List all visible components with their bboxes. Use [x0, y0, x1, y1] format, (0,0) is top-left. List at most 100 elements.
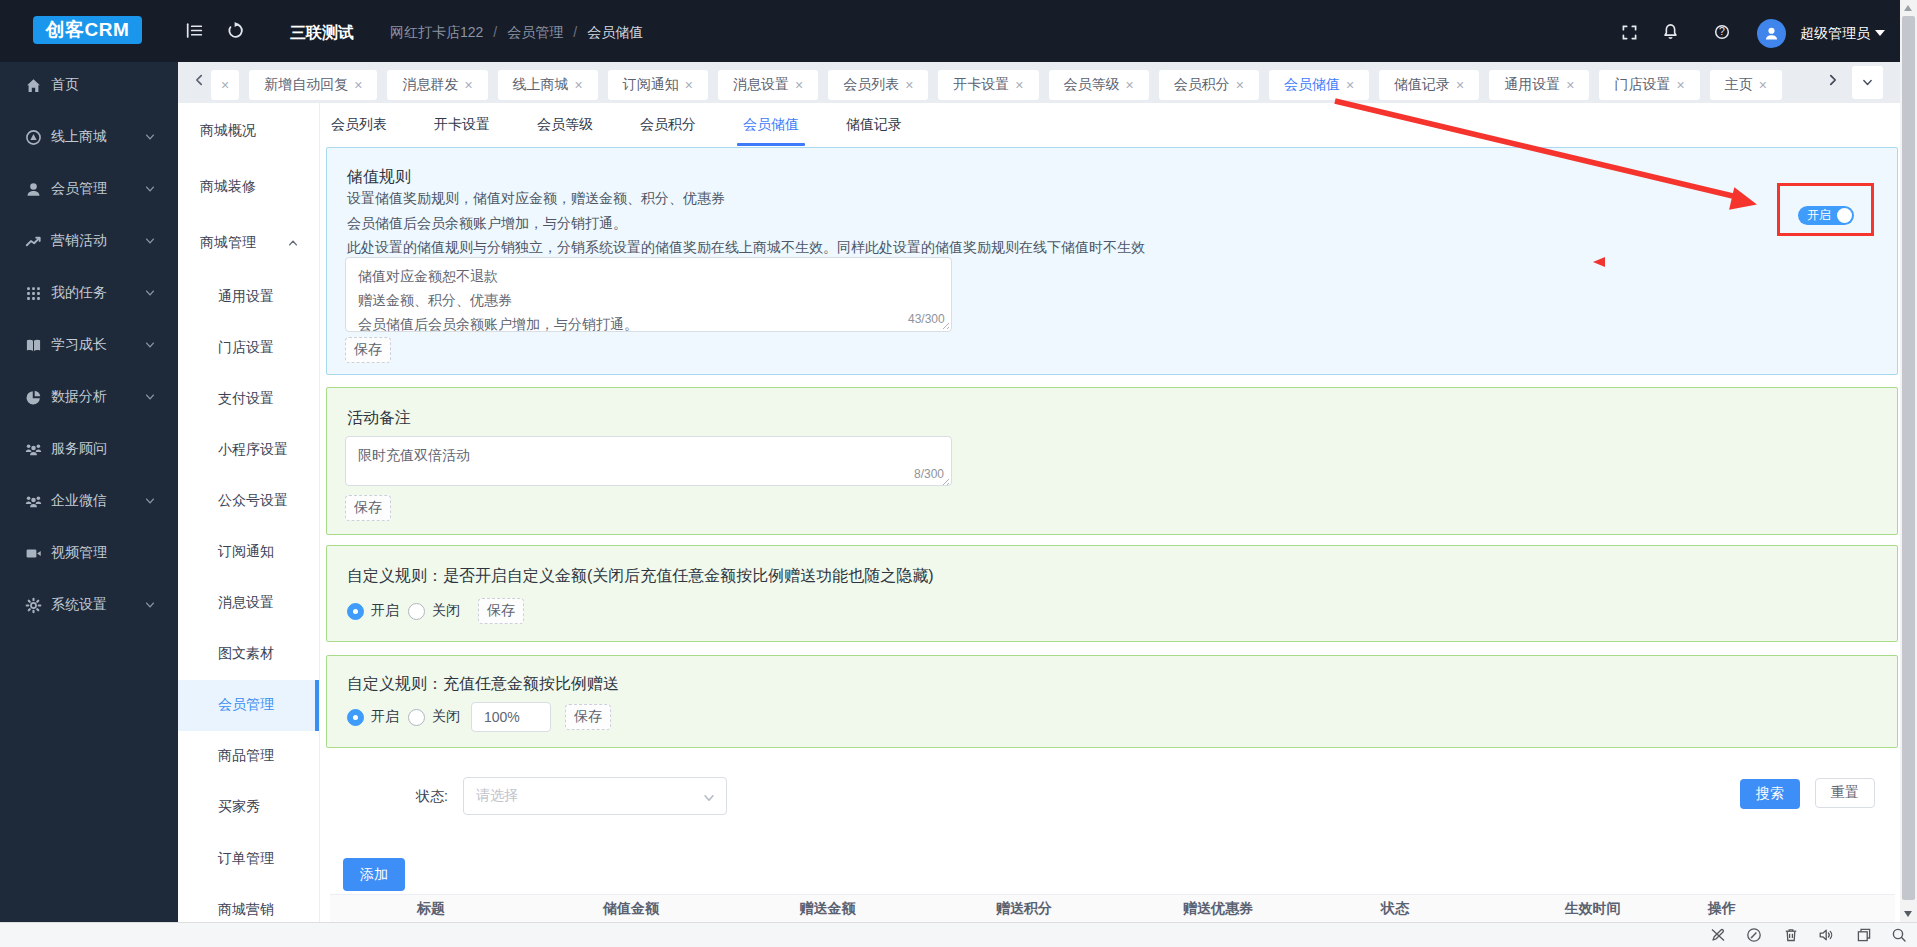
open-tab[interactable]: 消息群发× — [387, 70, 487, 100]
table-header-cell[interactable]: 赠送优惠券 — [1123, 895, 1313, 922]
speaker-icon[interactable] — [1818, 927, 1834, 943]
save-button[interactable]: 保存 — [345, 495, 391, 521]
user-name[interactable]: 超级管理员 — [1800, 25, 1870, 43]
submenu-item[interactable]: 公众号设置 — [178, 475, 319, 526]
table-header-cell[interactable]: 生效时间 — [1477, 895, 1708, 922]
sidebar-item[interactable]: 服务顾问 — [0, 423, 178, 475]
save-button[interactable]: 保存 — [565, 704, 611, 730]
breadcrumb-item[interactable]: 网红打卡店122 — [390, 24, 483, 40]
submenu-item[interactable]: 图文素材 — [178, 629, 319, 680]
close-tab-icon[interactable]: × — [1456, 78, 1464, 92]
close-tab-icon[interactable]: × — [221, 78, 229, 92]
save-button[interactable]: 保存 — [345, 337, 391, 363]
content-tab[interactable]: 会员积分 — [640, 103, 696, 146]
add-button[interactable]: 添加 — [343, 858, 405, 891]
open-tab[interactable]: 开卡设置× — [938, 70, 1038, 100]
close-tab-icon[interactable]: × — [1015, 78, 1023, 92]
close-tab-icon[interactable]: × — [685, 78, 693, 92]
radio-on[interactable] — [347, 603, 364, 620]
submenu-item[interactable]: 订单管理 — [178, 833, 319, 884]
refresh-icon[interactable] — [227, 22, 244, 39]
table-header-cell[interactable]: 标题 — [330, 895, 532, 922]
table-header-cell[interactable]: 状态 — [1313, 895, 1477, 922]
open-tab[interactable]: 新增自动回复× — [249, 70, 377, 100]
close-tab-icon[interactable]: × — [1759, 78, 1767, 92]
close-tab-icon[interactable]: × — [795, 78, 803, 92]
breadcrumb-item[interactable]: 会员管理 — [507, 24, 563, 40]
sidebar-item[interactable]: 学习成长 — [0, 319, 178, 371]
window-icon[interactable] — [1856, 927, 1872, 943]
content-tab[interactable]: 储值记录 — [846, 103, 902, 146]
sidebar-item[interactable]: 线上商城 — [0, 111, 178, 163]
collapse-sidebar-icon[interactable] — [186, 22, 203, 39]
close-tab-icon[interactable]: × — [1236, 78, 1244, 92]
submenu-item[interactable]: 会员管理 — [178, 680, 319, 731]
tabs-scroll-left-icon[interactable] — [192, 73, 206, 87]
reset-button[interactable]: 重置 — [1815, 778, 1875, 808]
pen-circle-icon[interactable] — [1746, 927, 1762, 943]
remark-textarea[interactable]: 限时充值双倍活动 — [345, 436, 952, 486]
sidebar-item[interactable]: 会员管理 — [0, 163, 178, 215]
search-button[interactable]: 搜索 — [1740, 779, 1800, 809]
submenu-item[interactable]: 消息设置 — [178, 578, 319, 629]
close-tab-icon[interactable]: × — [1566, 78, 1574, 92]
page-scrollbar[interactable] — [1900, 0, 1917, 922]
radio-off[interactable] — [408, 603, 425, 620]
close-tab-icon[interactable]: × — [575, 78, 583, 92]
submenu-item[interactable]: 小程序设置 — [178, 424, 319, 475]
submenu-item[interactable]: 买家秀 — [178, 782, 319, 833]
close-tab-icon[interactable]: × — [464, 78, 472, 92]
submenu-item[interactable]: 订阅通知 — [178, 526, 319, 577]
open-tab[interactable]: 通用设置× — [1489, 70, 1589, 100]
tabs-more-button[interactable] — [1852, 66, 1883, 99]
magnifier-icon[interactable] — [1891, 927, 1907, 943]
open-tab[interactable]: 主页× — [1710, 70, 1782, 100]
sidebar-item[interactable]: 营销活动 — [0, 215, 178, 267]
open-tab[interactable]: 门店设置× — [1599, 70, 1699, 100]
submenu-item[interactable]: 商品管理 — [178, 731, 319, 782]
sidebar-item[interactable]: 首页 — [0, 59, 178, 111]
scrollbar-up-arrow[interactable] — [1904, 5, 1912, 11]
open-tab[interactable]: 线上商城× — [498, 70, 598, 100]
fullscreen-icon[interactable] — [1622, 25, 1637, 40]
close-tab-icon[interactable]: × — [1126, 78, 1134, 92]
sidebar-item[interactable]: 视频管理 — [0, 527, 178, 579]
status-select[interactable]: 请选择 — [463, 777, 727, 815]
table-header-cell[interactable]: 赠送金额 — [730, 895, 925, 922]
open-tab[interactable]: 储值记录× — [1379, 70, 1479, 100]
avatar[interactable] — [1757, 19, 1786, 48]
open-tab[interactable]: 消息设置× — [718, 70, 818, 100]
trash-icon[interactable] — [1783, 927, 1799, 943]
app-logo[interactable]: 创客CRM — [33, 16, 142, 44]
close-tab-icon[interactable]: × — [905, 78, 913, 92]
save-button[interactable]: 保存 — [478, 598, 524, 624]
table-header-cell[interactable]: 操作 — [1708, 895, 1736, 922]
close-tab-icon[interactable]: × — [354, 78, 362, 92]
bell-icon[interactable] — [1662, 23, 1679, 40]
content-tab[interactable]: 会员等级 — [537, 103, 593, 146]
open-tab[interactable]: × — [211, 70, 239, 100]
workspace-title[interactable]: 三联测试 — [290, 23, 354, 44]
close-tab-icon[interactable]: × — [1676, 78, 1684, 92]
open-tab[interactable]: 会员储值× — [1269, 70, 1369, 100]
radio-on[interactable] — [347, 709, 364, 726]
scrollbar-down-arrow[interactable] — [1904, 911, 1912, 917]
sidebar-item[interactable]: 数据分析 — [0, 371, 178, 423]
radio-off[interactable] — [408, 709, 425, 726]
submenu-item[interactable]: 商城装修 — [178, 159, 319, 215]
submenu-item[interactable]: 门店设置 — [178, 322, 319, 373]
storage-rules-textarea[interactable]: 储值对应金额恕不退款 赠送金额、积分、优惠券 会员储值后会员余额账户增加，与分销… — [345, 257, 952, 332]
open-tab[interactable]: 会员列表× — [828, 70, 928, 100]
sidebar-item[interactable]: 系统设置 — [0, 579, 178, 631]
breadcrumb-item[interactable]: 会员储值 — [587, 24, 643, 40]
open-tab[interactable]: 订阅通知× — [608, 70, 708, 100]
sidebar-item[interactable]: 企业微信 — [0, 475, 178, 527]
open-tab[interactable]: 会员积分× — [1159, 70, 1259, 100]
tabs-scroll-right-icon[interactable] — [1826, 73, 1840, 87]
submenu-item[interactable]: 通用设置 — [178, 271, 319, 322]
user-menu-caret-icon[interactable] — [1875, 30, 1885, 36]
pen-slash-icon[interactable] — [1710, 927, 1726, 943]
sidebar-item[interactable]: 我的任务 — [0, 267, 178, 319]
scrollbar-thumb[interactable] — [1902, 16, 1915, 900]
submenu-item[interactable]: 支付设置 — [178, 373, 319, 424]
